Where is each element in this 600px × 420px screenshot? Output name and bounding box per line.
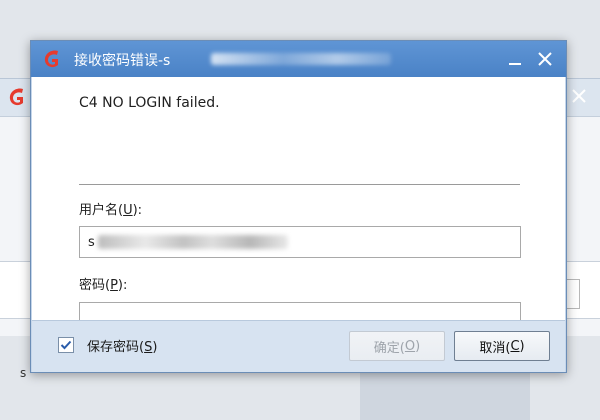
- dialog-titlebar[interactable]: 接收密码错误-s: [31, 41, 566, 77]
- error-message: C4 NO LOGIN failed.: [79, 95, 220, 111]
- background-panel: [360, 368, 530, 420]
- save-password-label[interactable]: 保存密码(S): [87, 336, 157, 355]
- cancel-button[interactable]: 取消(C): [454, 331, 550, 361]
- background-close-button[interactable]: [562, 81, 596, 111]
- background-partial-text: s: [20, 366, 27, 380]
- app-logo-icon: [9, 88, 23, 106]
- login-error-dialog: 接收密码错误-s C4 NO LOGIN failed. 用户名(U): 密码(…: [30, 40, 567, 373]
- checkmark-icon: [60, 340, 72, 350]
- redacted-title-text: [211, 53, 391, 65]
- username-label: 用户名(U):: [79, 203, 143, 218]
- separator-line: [79, 184, 520, 185]
- dialog-content: C4 NO LOGIN failed. 用户名(U): 密码(P):: [32, 77, 565, 334]
- ok-button[interactable]: 确定(O): [349, 331, 445, 361]
- dialog-footer: 保存密码(S) 确定(O) 取消(C): [32, 320, 565, 372]
- minimize-button[interactable]: [500, 45, 530, 73]
- close-icon: [572, 89, 586, 103]
- username-input[interactable]: [79, 226, 521, 258]
- save-password-checkbox[interactable]: [58, 337, 74, 353]
- background-input-edge: [566, 279, 580, 309]
- app-logo-icon: [44, 50, 58, 68]
- password-label: 密码(P):: [79, 278, 128, 293]
- dialog-title: 接收密码错误-s: [74, 53, 171, 69]
- close-button[interactable]: [530, 45, 560, 73]
- close-icon: [538, 52, 552, 66]
- minimize-icon: [509, 63, 521, 65]
